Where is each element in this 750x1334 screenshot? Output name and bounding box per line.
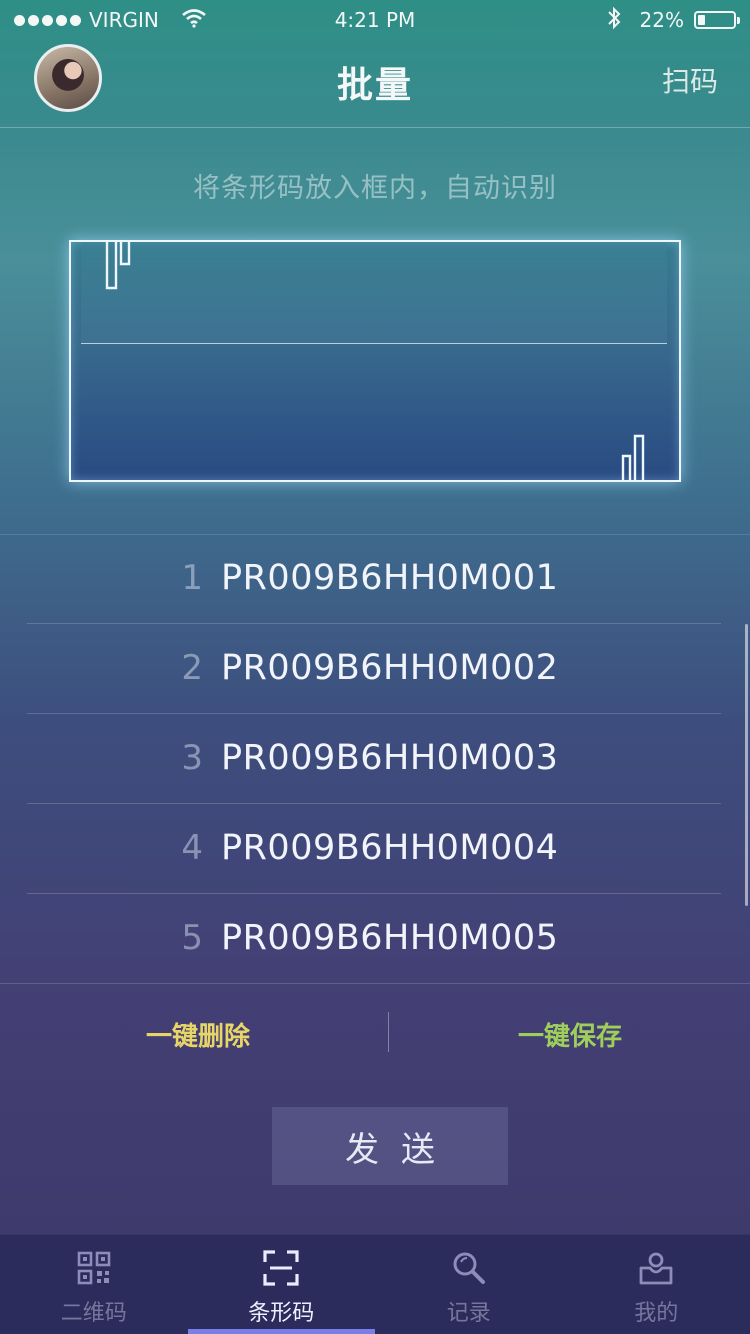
tab-bar: 二维码 条形码 记录 我的: [0, 1234, 750, 1334]
tab-label: 记录: [446, 1301, 491, 1326]
tab-label: 条形码: [248, 1301, 315, 1326]
corner-top-left-icon: [105, 240, 135, 292]
list-item-index: 4: [181, 828, 203, 868]
list-item-code: PR009B6HH0M001: [221, 558, 559, 598]
list-item-code: PR009B6HH0M004: [221, 828, 559, 868]
bluetooth-icon: [606, 6, 622, 35]
tab-mine[interactable]: 我的: [563, 1235, 750, 1334]
wifi-icon: [181, 8, 207, 33]
tab-qr-code[interactable]: 二维码: [0, 1235, 188, 1334]
list-item-index: 5: [181, 918, 203, 958]
tab-label: 二维码: [60, 1301, 127, 1326]
scan-hint: 将条形码放入框内，自动识别: [193, 173, 557, 204]
carrier-label: VIRGIN: [89, 8, 159, 32]
scan-area-panel: [81, 242, 667, 344]
list-item[interactable]: 3 PR009B6HH0M003: [27, 714, 721, 804]
list-item-index: 2: [181, 648, 203, 688]
qr-code-icon: [77, 1249, 111, 1287]
list-item[interactable]: 5 PR009B6HH0M005: [27, 894, 721, 984]
battery-icon: [694, 11, 740, 29]
action-divider: [388, 1012, 389, 1052]
list-item[interactable]: 2 PR009B6HH0M002: [27, 624, 721, 714]
barcode-scan-icon: [263, 1249, 299, 1287]
scan-code-link[interactable]: 扫码: [662, 60, 718, 100]
battery-fill: [698, 15, 705, 25]
list-item-code: PR009B6HH0M005: [221, 918, 559, 958]
list-item-index: 3: [181, 738, 203, 778]
list-scrollbar[interactable]: [745, 624, 748, 906]
tab-label: 我的: [634, 1301, 679, 1326]
page-title: 批量: [336, 65, 413, 106]
delete-all-button[interactable]: 一键删除: [146, 1016, 250, 1053]
battery-percent: 22%: [639, 8, 684, 32]
corner-bottom-right-icon: [621, 434, 651, 482]
list-item[interactable]: 1 PR009B6HH0M001: [27, 534, 721, 624]
save-all-button[interactable]: 一键保存: [518, 1016, 622, 1053]
tab-records[interactable]: 记录: [375, 1235, 563, 1334]
action-row: 一键删除 一键保存: [0, 983, 750, 1079]
status-bar: VIRGIN 4:21 PM 22%: [0, 0, 750, 40]
tab-barcode[interactable]: 条形码: [187, 1235, 375, 1334]
list-item-code: PR009B6HH0M002: [221, 648, 559, 688]
list-item-code: PR009B6HH0M003: [221, 738, 559, 778]
scanned-code-list: 1 PR009B6HH0M001 2 PR009B6HH0M002 3 PR00…: [27, 534, 721, 984]
send-button[interactable]: 发送: [272, 1107, 508, 1185]
nav-bar: 批量 扫码: [0, 40, 750, 128]
signal-dots-icon: [14, 14, 81, 26]
list-item-index: 1: [181, 558, 203, 598]
search-icon: [451, 1249, 487, 1287]
list-item[interactable]: 4 PR009B6HH0M004: [27, 804, 721, 894]
status-right: 22%: [606, 6, 740, 35]
barcode-scan-frame[interactable]: [69, 240, 681, 482]
status-left: VIRGIN: [14, 8, 207, 33]
profile-inbox-icon: [638, 1249, 674, 1287]
active-tab-indicator: [187, 1329, 375, 1334]
